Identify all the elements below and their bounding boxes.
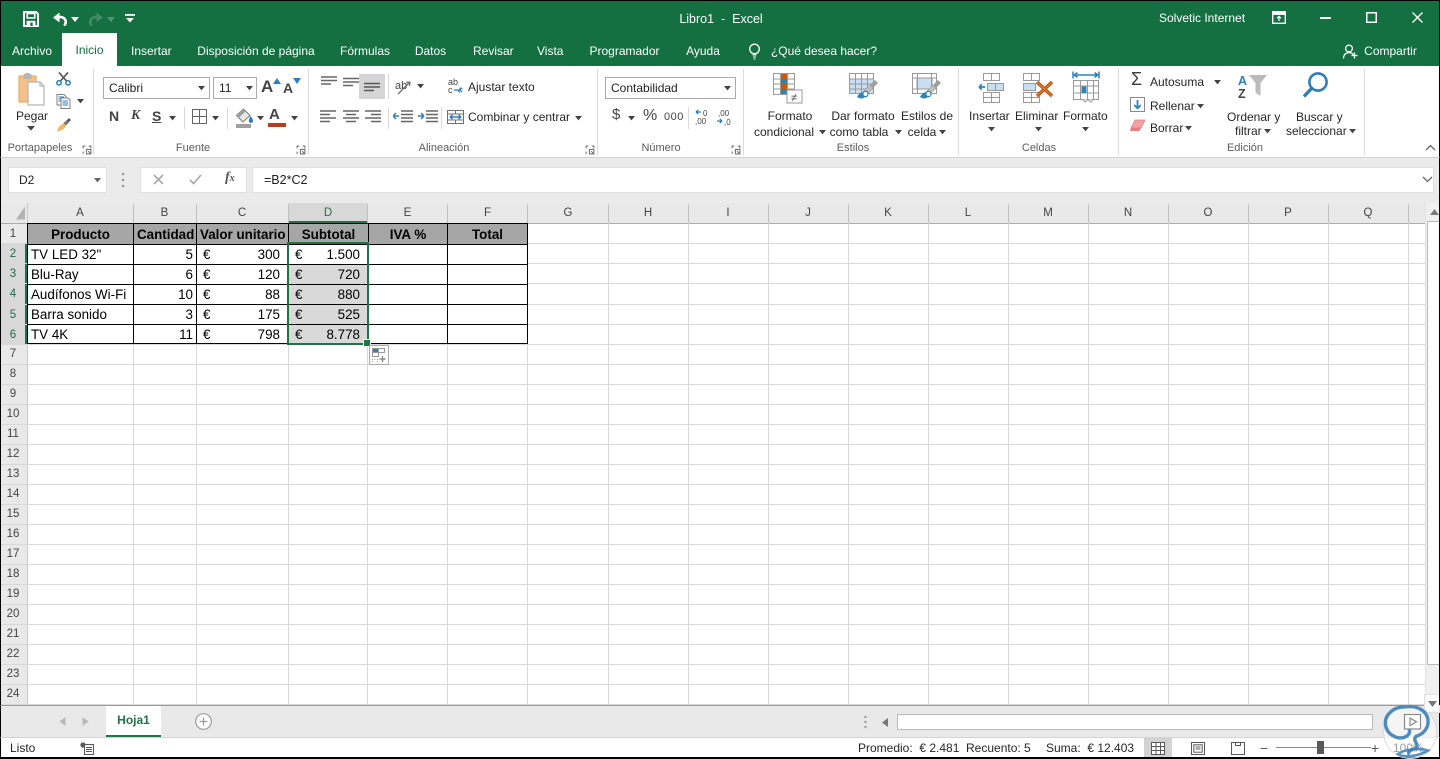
svg-text:≠: ≠ (791, 92, 797, 104)
svg-text:c: c (448, 85, 453, 94)
svg-text:,0: ,0 (724, 118, 731, 126)
svg-text:Z: Z (1238, 87, 1246, 100)
svg-text:,00: ,00 (695, 117, 707, 126)
svg-text:,00: ,00 (718, 109, 730, 118)
svg-text:A: A (1238, 74, 1247, 88)
